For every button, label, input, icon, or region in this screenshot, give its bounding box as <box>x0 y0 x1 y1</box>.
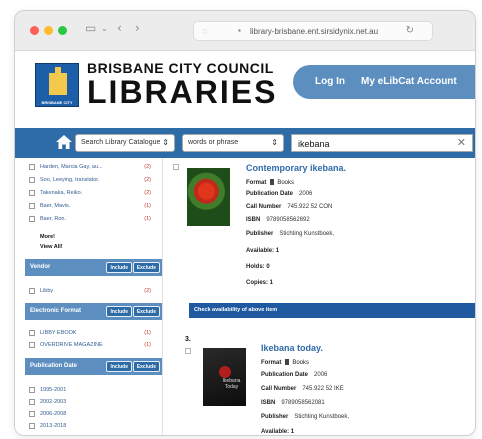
facet-date-item[interactable]: 1995-2001 <box>29 387 153 395</box>
book-icon <box>270 179 275 185</box>
logo-caption: BRISBANE CITY <box>41 100 73 105</box>
facet-author-item[interactable]: Baer, Mavis. (1) <box>29 203 153 211</box>
include-button[interactable]: Include <box>106 306 132 317</box>
result-call-number: Call Number 745.922 52 CON <box>246 204 333 210</box>
facet-date-item[interactable]: 2006-2008 <box>29 411 153 419</box>
exclude-button[interactable]: Exclude <box>132 306 160 317</box>
facet-sidebar: Harden, Marcia Gay, au... (2) Soo, Leeyi… <box>15 158 163 436</box>
facet-checkbox[interactable] <box>29 423 35 429</box>
include-button[interactable]: Include <box>106 262 132 273</box>
facet-checkbox[interactable] <box>29 203 35 209</box>
sidebar-toggle-icon[interactable]: ▭ <box>85 21 96 35</box>
minimize-window-button[interactable] <box>44 26 53 35</box>
address-url: library-brisbane.ent.sirsidynix.net.au <box>250 27 379 36</box>
facet-checkbox[interactable] <box>29 387 35 393</box>
browser-window: ▭ ⌄ ‹ › ◌ ▪ library-brisbane.ent.sirsidy… <box>14 10 476 436</box>
facet-checkbox[interactable] <box>29 330 35 336</box>
result-holds: Holds: 0 <box>246 264 270 270</box>
search-mode-select[interactable]: words or phrase ⇕ <box>182 134 284 152</box>
lock-icon: ▪ <box>238 26 241 35</box>
result-format: Format Books <box>246 179 295 186</box>
electronic-format-facet-header: Electronic Format Include Exclude <box>25 303 162 320</box>
facet-author-item[interactable]: Baer, Ron. (1) <box>29 216 153 224</box>
address-bar[interactable]: ◌ ▪ library-brisbane.ent.sirsidynix.net.… <box>193 21 433 41</box>
book-cover-image[interactable]: IKEBANA <box>183 168 230 226</box>
back-arrow-icon[interactable]: ‹ <box>117 21 122 35</box>
book-cover-image[interactable]: Ikebana Today <box>203 348 246 406</box>
book-icon <box>285 359 290 365</box>
facet-vendor-item[interactable]: Libby (2) <box>29 288 153 296</box>
result-available: Available: 1 <box>246 248 280 254</box>
facet-author-item[interactable]: Soo, Leeying, translator. (2) <box>29 177 153 185</box>
facet-checkbox[interactable] <box>29 399 35 405</box>
chevron-down-icon[interactable]: ⌄ <box>101 24 108 33</box>
more-link[interactable]: More! <box>40 234 55 240</box>
result-publisher: Publisher Stichting Kunstboek, <box>246 231 335 237</box>
check-availability-bar[interactable]: Check availability of above item <box>189 303 475 318</box>
result-format: Format Books <box>261 359 310 366</box>
search-input[interactable]: ikebana ✕ <box>291 134 473 152</box>
facet-date-item[interactable]: 2013-2018 <box>29 423 153 431</box>
search-bar: Search Library Catalogue ⇕ words or phra… <box>15 128 475 158</box>
facet-format-item[interactable]: OVERDRIVE MAGAZINE (1) <box>29 342 153 350</box>
search-scope-value: Search Library Catalogue <box>81 139 161 146</box>
facet-checkbox[interactable] <box>29 177 35 183</box>
facet-checkbox[interactable] <box>29 164 35 170</box>
result-isbn: ISBN 9789058562692 <box>246 217 310 223</box>
facet-date-item[interactable]: 2019-2023 <box>29 435 153 436</box>
include-button[interactable]: Include <box>106 361 132 372</box>
facet-author-item[interactable]: Takenaka, Reiko. (2) <box>29 190 153 198</box>
results-list: IKEBANA Contemporary ikebana. Format Book… <box>163 158 475 435</box>
exclude-button[interactable]: Exclude <box>132 262 160 273</box>
facet-author-item[interactable]: Harden, Marcia Gay, au... (2) <box>29 164 153 172</box>
search-query: ikebana <box>298 139 330 149</box>
facet-format-item[interactable]: LIBBY EBOOK (1) <box>29 330 153 338</box>
result-select-checkbox[interactable] <box>185 348 191 354</box>
libraries-title: LIBRARIES <box>87 74 278 110</box>
facet-checkbox[interactable] <box>29 342 35 348</box>
my-account-link[interactable]: My eLibCat Account <box>361 76 457 87</box>
result-publisher: Publisher Stichting Kunstboek, <box>261 414 350 420</box>
zoom-window-button[interactable] <box>58 26 67 35</box>
council-logo[interactable]: BRISBANE CITY <box>35 63 79 107</box>
site-header: BRISBANE CITY BRISBANE CITY COUNCIL LIBR… <box>15 51 475 128</box>
result-copies: Copies: 1 <box>246 280 274 286</box>
account-bar: Log In My eLibCat Account <box>293 65 475 99</box>
forward-arrow-icon[interactable]: › <box>135 21 140 35</box>
reload-icon[interactable]: ↻ <box>406 25 414 36</box>
close-window-button[interactable] <box>30 26 39 35</box>
browser-toolbar: ▭ ⌄ ‹ › ◌ ▪ library-brisbane.ent.sirsidy… <box>15 11 475 51</box>
home-icon[interactable] <box>55 134 73 150</box>
facet-checkbox[interactable] <box>29 411 35 417</box>
facet-checkbox[interactable] <box>29 288 35 294</box>
select-arrows-icon: ⇕ <box>271 138 278 147</box>
view-all-link[interactable]: View All! <box>40 244 63 250</box>
facet-checkbox[interactable] <box>29 216 35 222</box>
publication-date-facet-header: Publication Date Include Exclude <box>25 358 162 375</box>
search-scope-select[interactable]: Search Library Catalogue ⇕ <box>75 134 175 152</box>
result-publication-date: Publication Date 2006 <box>246 191 313 197</box>
login-link[interactable]: Log In <box>315 76 345 87</box>
result-number: 3. <box>185 336 191 343</box>
facet-checkbox[interactable] <box>29 190 35 196</box>
search-mode-value: words or phrase <box>188 139 239 146</box>
facet-checkbox[interactable] <box>29 435 35 436</box>
vendor-facet-header: Vendor Include Exclude <box>25 259 162 276</box>
result-title-link[interactable]: Ikebana today. <box>261 343 323 353</box>
result-isbn: ISBN 9789058562081 <box>261 400 325 406</box>
result-title-link[interactable]: Contemporary ikebana. <box>246 163 346 173</box>
clear-search-icon[interactable]: ✕ <box>457 136 466 149</box>
result-publication-date: Publication Date 2006 <box>261 372 328 378</box>
facet-date-item[interactable]: 2002-2003 <box>29 399 153 407</box>
result-available: Available: 1 <box>261 429 295 435</box>
select-arrows-icon: ⇕ <box>162 138 169 147</box>
result-select-checkbox[interactable] <box>173 164 179 170</box>
privacy-shield-icon[interactable]: ◌ <box>202 26 207 36</box>
result-call-number: Call Number 745.922 52 IKE <box>261 386 344 392</box>
exclude-button[interactable]: Exclude <box>132 361 160 372</box>
